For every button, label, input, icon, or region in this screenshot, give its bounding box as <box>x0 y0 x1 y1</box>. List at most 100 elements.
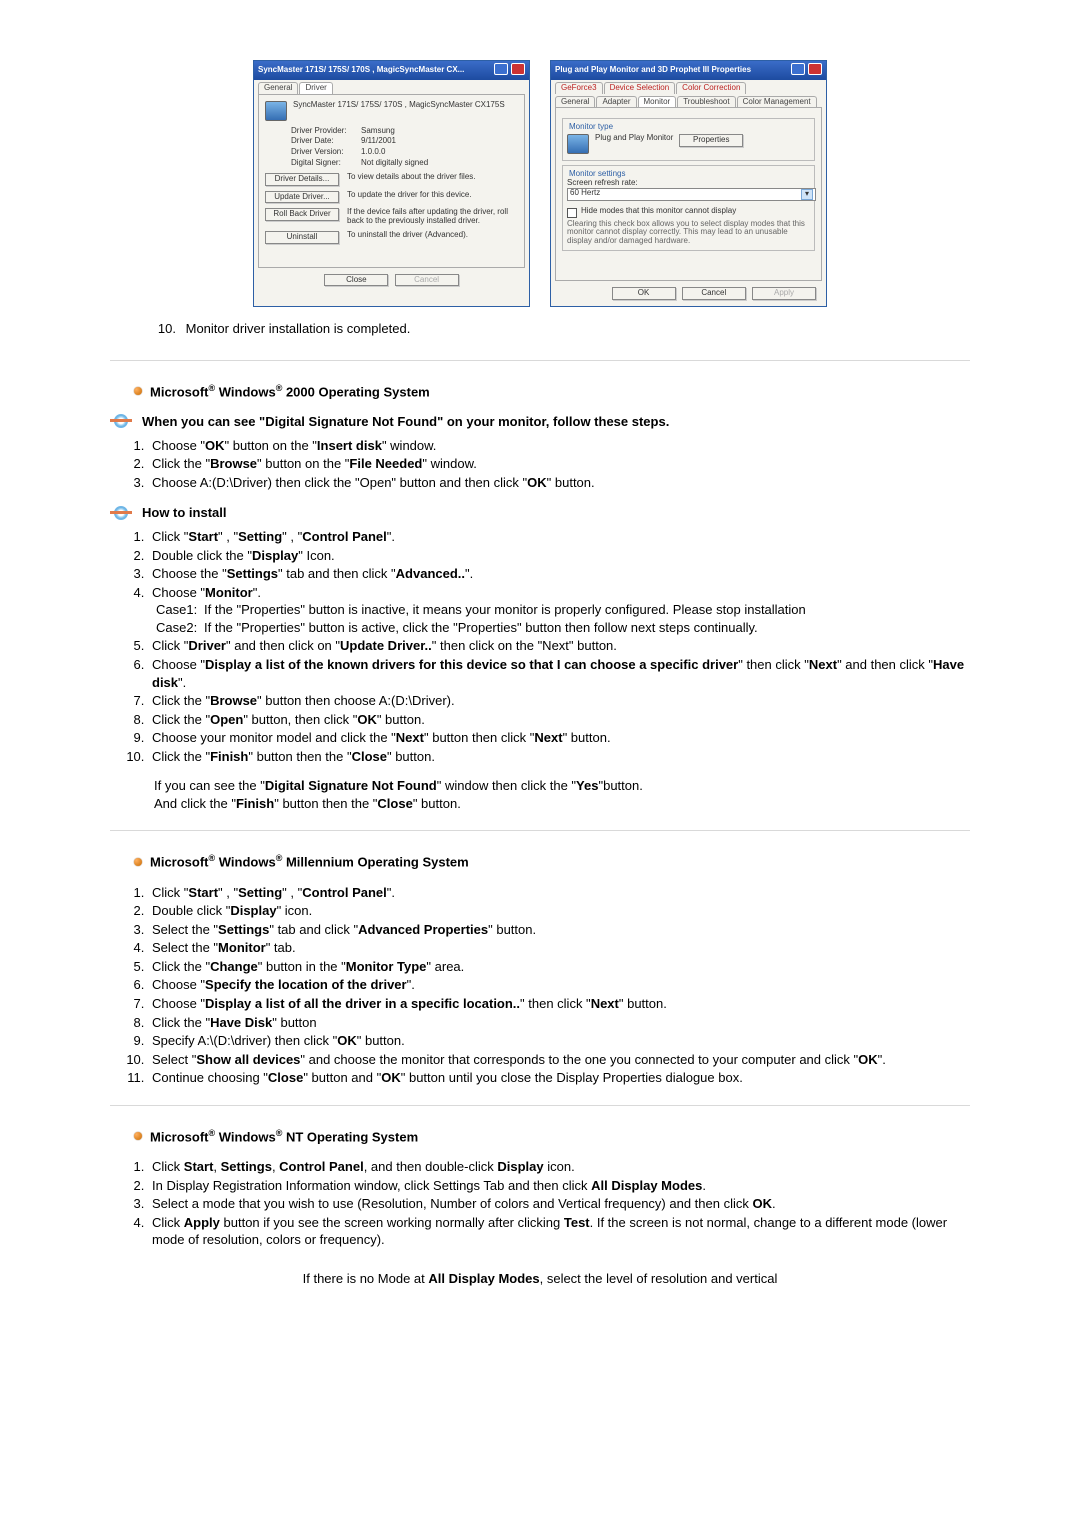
version-label: Driver Version: <box>291 148 361 157</box>
install-steps-me: Click "Start" , "Setting" , "Control Pan… <box>122 884 970 1087</box>
list-item: Click the "Have Disk" button <box>148 1014 970 1032</box>
apply-button: Apply <box>752 287 816 300</box>
close-button[interactable]: Close <box>324 274 388 287</box>
case-text: If the "Properties" button is active, cl… <box>204 619 970 637</box>
bullet-icon <box>134 858 142 866</box>
checkbox-label: Hide modes that this monitor cannot disp… <box>581 207 736 216</box>
refresh-rate-select[interactable]: 60 Hertz ▾ <box>567 188 816 201</box>
tab-monitor[interactable]: Monitor <box>638 96 677 108</box>
list-item: Click Apply button if you see the screen… <box>148 1214 970 1249</box>
list-item: Click the "Browse" button then choose A:… <box>148 692 970 710</box>
list-item: Choose the "Settings" tab and then click… <box>148 565 970 583</box>
tabs: General Driver <box>254 80 529 94</box>
step-icon <box>110 414 132 428</box>
tab-adapter[interactable]: Adapter <box>596 96 636 108</box>
update-driver-desc: To update the driver for this device. <box>347 191 518 200</box>
signer-value: Not digitally signed <box>361 159 428 168</box>
monitor-type-text: Plug and Play Monitor <box>595 134 673 143</box>
monitor-icon <box>265 101 287 121</box>
cancel-button[interactable]: Cancel <box>682 287 746 300</box>
tab-panel: Monitor type Plug and Play Monitor Prope… <box>555 107 822 281</box>
driver-details-button[interactable]: Driver Details... <box>265 173 339 186</box>
model-text: SyncMaster 171S/ 175S/ 170S , MagicSyncM… <box>293 101 505 110</box>
close-icon[interactable] <box>808 63 822 75</box>
tabs-row1: GeForce3 Device Selection Color Correcti… <box>551 80 826 94</box>
step-icon <box>110 506 132 520</box>
window-title: Plug and Play Monitor and 3D Prophet III… <box>555 66 751 75</box>
case-text: If the "Properties" button is inactive, … <box>204 601 970 619</box>
tabs-row2: General Adapter Monitor Troubleshoot Col… <box>551 94 826 108</box>
rollback-driver-desc: If the device fails after updating the d… <box>347 208 518 226</box>
tab-color-management[interactable]: Color Management <box>737 96 817 108</box>
monitor-settings-group: Monitor settings Screen refresh rate: 60… <box>562 165 815 251</box>
rollback-driver-button[interactable]: Roll Back Driver <box>265 208 339 221</box>
cancel-button: Cancel <box>395 274 459 287</box>
list-item: Double click "Display" icon. <box>148 902 970 920</box>
refresh-label: Screen refresh rate: <box>567 179 810 188</box>
uninstall-desc: To uninstall the driver (Advanced). <box>347 231 518 240</box>
list-item: Double click the "Display" Icon. <box>148 547 970 565</box>
case-label: Case2: <box>156 619 204 637</box>
tab-color-correction[interactable]: Color Correction <box>676 82 746 94</box>
list-item: Choose your monitor model and click the … <box>148 729 970 747</box>
os-heading-2000: Microsoft® Windows® 2000 Operating Syste… <box>110 383 970 399</box>
ok-button[interactable]: OK <box>612 287 676 300</box>
list-item: Click "Start" , "Setting" , "Control Pan… <box>148 884 970 902</box>
step-text: Monitor driver installation is completed… <box>186 321 411 336</box>
install-steps-nt: Click Start, Settings, Control Panel, an… <box>122 1158 970 1249</box>
refresh-rate-value: 60 Hertz <box>570 189 600 200</box>
bullet-icon <box>134 387 142 395</box>
subheading-digital-signature: When you can see "Digital Signature Not … <box>110 414 970 429</box>
help-icon[interactable] <box>494 63 508 75</box>
close-icon[interactable] <box>511 63 525 75</box>
tab-geforce[interactable]: GeForce3 <box>555 82 603 94</box>
list-item: Click "Start" , "Setting" , "Control Pan… <box>148 528 970 546</box>
signer-label: Digital Signer: <box>291 159 361 168</box>
list-item: In Display Registration Information wind… <box>148 1177 970 1195</box>
list-item: Choose "Display a list of the known driv… <box>148 656 970 691</box>
step-10: 10. Monitor driver installation is compl… <box>150 321 970 336</box>
divider <box>110 830 970 831</box>
hide-modes-desc: Clearing this check box allows you to se… <box>567 220 810 246</box>
checkbox-box <box>567 208 577 218</box>
divider <box>110 360 970 361</box>
group-label: Monitor type <box>567 123 615 132</box>
list-item: Select the "Monitor" tab. <box>148 939 970 957</box>
list-item: Click the "Finish" button then the "Clos… <box>148 748 970 766</box>
list-item: Click the "Change" button in the "Monito… <box>148 958 970 976</box>
tab-troubleshoot[interactable]: Troubleshoot <box>677 96 735 108</box>
digital-signature-steps: Choose "OK" button on the "Insert disk" … <box>122 437 970 492</box>
trailing-note: If there is no Mode at All Display Modes… <box>110 1271 970 1286</box>
list-item: Click the "Browse" button on the "File N… <box>148 455 970 473</box>
monitor-properties-window: Plug and Play Monitor and 3D Prophet III… <box>550 60 827 307</box>
date-value: 9/11/2001 <box>361 137 396 146</box>
case-label: Case1: <box>156 601 204 619</box>
tab-driver[interactable]: Driver <box>299 82 332 94</box>
titlebar: Plug and Play Monitor and 3D Prophet III… <box>551 61 826 80</box>
tab-general[interactable]: General <box>555 96 595 108</box>
provider-value: Samsung <box>361 127 395 136</box>
titlebar-buttons <box>493 63 525 78</box>
monitor-type-group: Monitor type Plug and Play Monitor Prope… <box>562 118 815 161</box>
list-item: Click "Driver" and then click on "Update… <box>148 637 970 655</box>
subheading-how-to-install: How to install <box>110 505 970 520</box>
list-item: Choose A:(D:\Driver) then click the "Ope… <box>148 474 970 492</box>
list-item: Click Start, Settings, Control Panel, an… <box>148 1158 970 1176</box>
list-item: Select a mode that you wish to use (Reso… <box>148 1195 970 1213</box>
date-label: Driver Date: <box>291 137 361 146</box>
list-item: Choose "Monitor". Case1:If the "Properti… <box>148 584 970 637</box>
properties-button[interactable]: Properties <box>679 134 743 147</box>
provider-label: Driver Provider: <box>291 127 361 136</box>
update-driver-button[interactable]: Update Driver... <box>265 191 339 204</box>
uninstall-button[interactable]: Uninstall <box>265 231 339 244</box>
titlebar-buttons <box>790 63 822 78</box>
list-item: Select the "Settings" tab and click "Adv… <box>148 921 970 939</box>
hide-modes-checkbox[interactable]: Hide modes that this monitor cannot disp… <box>567 207 810 218</box>
list-item: Continue choosing "Close" button and "OK… <box>148 1069 970 1087</box>
install-steps-2000: Click "Start" , "Setting" , "Control Pan… <box>122 528 970 765</box>
driver-properties-window: SyncMaster 171S/ 175S/ 170S , MagicSyncM… <box>253 60 530 307</box>
help-icon[interactable] <box>791 63 805 75</box>
tab-device-selection[interactable]: Device Selection <box>604 82 676 94</box>
tab-general[interactable]: General <box>258 82 298 94</box>
step-number: 10. <box>150 321 176 336</box>
